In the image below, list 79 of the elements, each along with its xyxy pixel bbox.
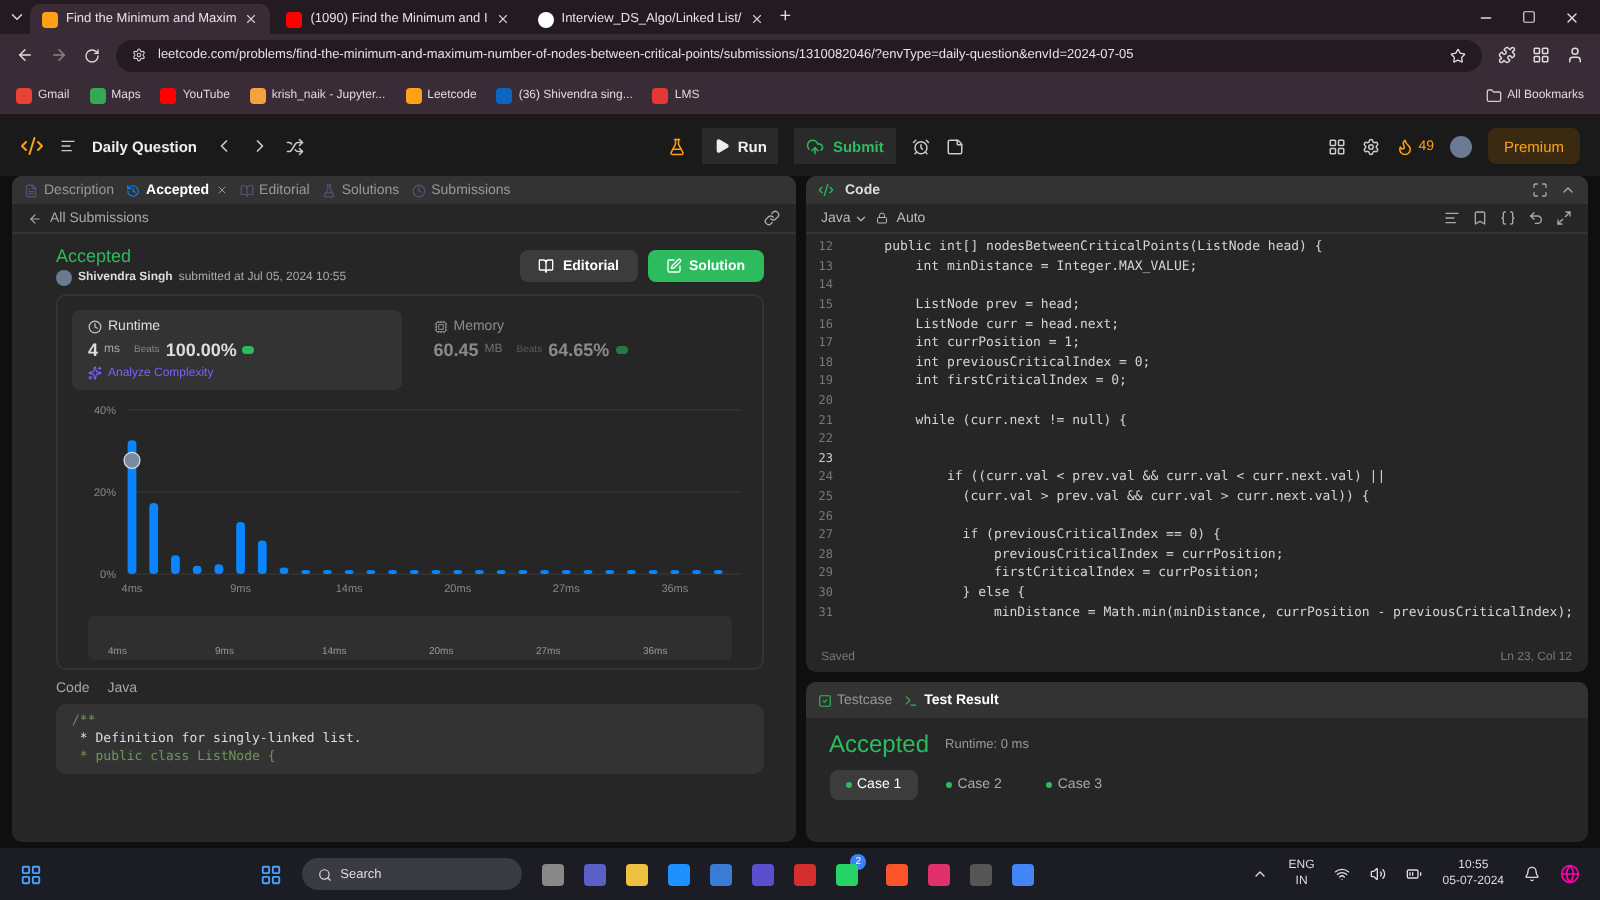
bookmark-icon[interactable]: [1472, 210, 1488, 226]
taskbar-app-icon[interactable]: [710, 863, 733, 885]
bell-icon[interactable]: [1524, 866, 1540, 882]
braces-icon[interactable]: [1500, 210, 1516, 226]
sparkle-icon: [88, 366, 102, 380]
play-icon: [713, 138, 730, 154]
beats-percent: 64.65%: [548, 340, 610, 360]
tab-search-icon[interactable]: [8, 8, 26, 26]
histogram-bar: [214, 564, 224, 574]
new-tab-button[interactable]: +: [779, 6, 792, 28]
edit-icon: [665, 258, 681, 274]
flame-icon: [1396, 137, 1415, 155]
avatar-icon[interactable]: [1449, 135, 1472, 157]
note-icon[interactable]: [945, 137, 964, 155]
status-text: Accepted: [56, 246, 134, 266]
result-status: Accepted: [829, 730, 930, 758]
maximize-icon[interactable]: [1522, 9, 1536, 23]
forward-arrow-icon[interactable]: [50, 46, 68, 64]
tab-icon: [411, 183, 426, 197]
stat-value: 4: [88, 340, 99, 360]
chevron-up-icon[interactable]: [1252, 866, 1269, 882]
close-icon[interactable]: [495, 12, 510, 26]
settings-icon[interactable]: [1362, 137, 1381, 155]
taskbar-app-icon[interactable]: [542, 863, 565, 885]
fullscreen-icon[interactable]: [1532, 182, 1548, 198]
folder-icon: [1485, 87, 1502, 103]
profile-icon[interactable]: [1566, 46, 1584, 64]
wifi-icon[interactable]: [1334, 866, 1351, 882]
volume-icon[interactable]: [1370, 866, 1387, 882]
search-icon: [318, 867, 333, 881]
histogram-bar: [236, 521, 245, 574]
chip-icon: [433, 320, 448, 334]
link-icon[interactable]: [763, 210, 779, 226]
expand-icon[interactable]: [1556, 210, 1572, 226]
book-icon: [538, 258, 555, 274]
avatar-marker-icon: [123, 451, 141, 469]
avatar-icon: [56, 270, 72, 286]
code-icon: [817, 182, 833, 198]
taskbar-app-icon[interactable]: [836, 863, 859, 885]
reload-icon[interactable]: [84, 47, 100, 63]
back-arrow-icon[interactable]: [28, 211, 42, 225]
undo-icon[interactable]: [1528, 210, 1544, 226]
collapse-icon[interactable]: [1560, 182, 1576, 198]
clock-icon: [88, 320, 102, 334]
histogram-bar: [279, 567, 289, 574]
list-icon[interactable]: [60, 138, 76, 154]
tab-icon: [126, 183, 141, 197]
taskbar-app-icon[interactable]: [668, 863, 691, 885]
histogram-bar: [171, 555, 180, 574]
histogram-bar: [192, 565, 202, 574]
lock-icon: [876, 212, 889, 224]
histogram-bar: [149, 503, 159, 574]
taskbar-app-icon[interactable]: [1012, 863, 1035, 885]
battery-icon[interactable]: [1406, 866, 1423, 882]
shuffle-icon[interactable]: [285, 137, 304, 155]
bookmark-star-icon[interactable]: [1450, 47, 1466, 63]
close-icon[interactable]: [244, 12, 259, 26]
close-icon[interactable]: [749, 12, 764, 26]
puzzle-icon[interactable]: [1498, 46, 1516, 64]
beats-percent: 100.00%: [165, 340, 237, 360]
layout-icon[interactable]: [1328, 137, 1347, 155]
widgets-icon[interactable]: [20, 863, 42, 885]
taskbar-app-icon[interactable]: [626, 863, 649, 885]
histogram-bar: [257, 540, 267, 574]
alarm-clock-icon[interactable]: [911, 137, 930, 155]
debug-icon[interactable]: [667, 137, 686, 155]
cloud-upload-icon: [806, 137, 825, 155]
stat-value: 60.45: [433, 340, 479, 360]
checkbox-icon: [817, 693, 831, 707]
tab-icon: [321, 183, 336, 197]
format-icon[interactable]: [1444, 210, 1460, 226]
tab-icon: [24, 183, 38, 197]
start-icon[interactable]: [260, 863, 283, 885]
site-settings-icon: [132, 48, 146, 62]
back-arrow-icon[interactable]: [16, 46, 34, 64]
terminal-icon: [904, 693, 919, 707]
tab-icon: [239, 183, 254, 197]
taskbar-app-icon[interactable]: [886, 863, 909, 885]
chevron-down-icon: [854, 211, 869, 225]
